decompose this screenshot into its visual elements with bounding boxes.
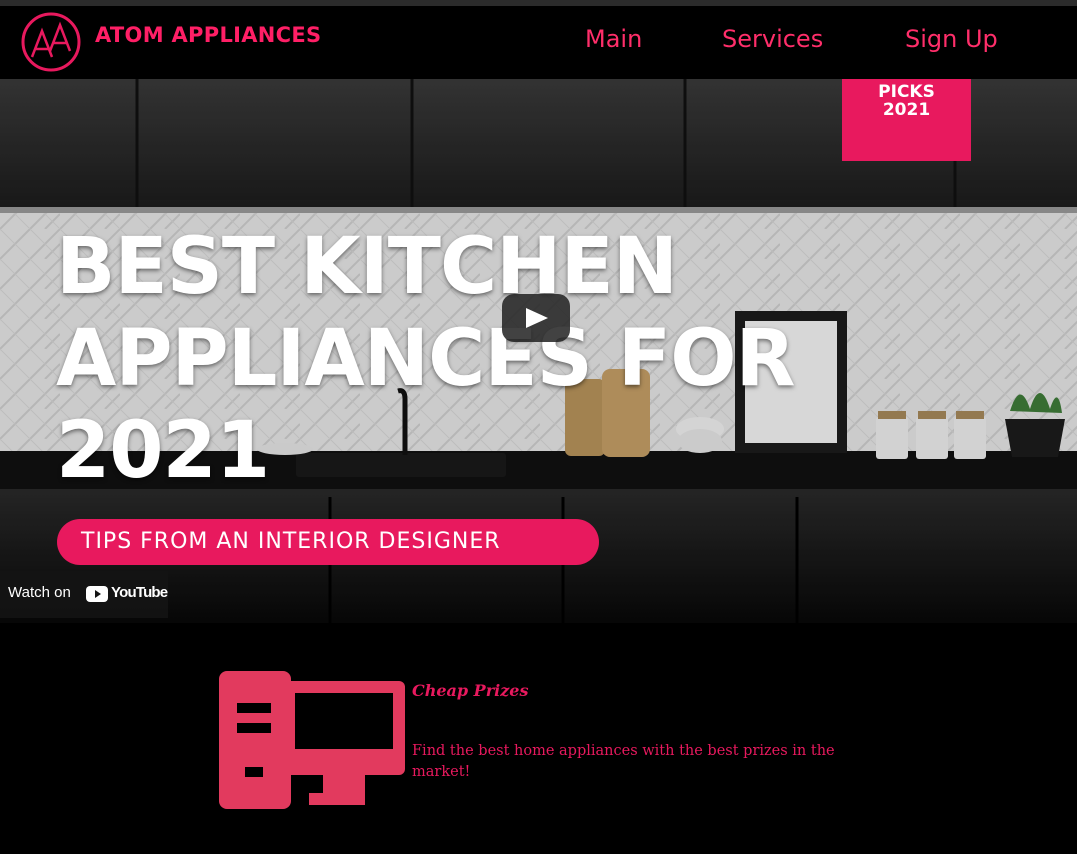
play-button[interactable] bbox=[502, 294, 570, 342]
picks-label: PICKS bbox=[878, 82, 935, 102]
site-header: ATOM APPLIANCES Main Services Sign Up bbox=[0, 6, 1077, 79]
picks-badge: PICKS 2021 bbox=[842, 79, 971, 161]
picks-year: 2021 bbox=[882, 100, 931, 120]
watch-on-label: Watch on bbox=[8, 584, 71, 601]
headline-line-1: BEST KITCHEN bbox=[56, 222, 678, 312]
nav-main[interactable]: Main bbox=[585, 25, 642, 53]
feature-title: Cheap Prizes bbox=[412, 681, 529, 700]
video-headline: BEST KITCHEN APPLIANCES FOR 2021 bbox=[56, 221, 796, 497]
computer-icon bbox=[219, 671, 405, 809]
headline-line-3: 2021 bbox=[56, 406, 270, 496]
watch-on-youtube-button[interactable]: Watch on YouTube bbox=[0, 571, 168, 618]
youtube-label: YouTube bbox=[111, 584, 168, 601]
headline-line-2: APPLIANCES FOR bbox=[56, 314, 796, 404]
nav-services[interactable]: Services bbox=[722, 25, 823, 53]
play-icon bbox=[526, 308, 548, 328]
nav-sign-up[interactable]: Sign Up bbox=[905, 25, 998, 53]
brand-name[interactable]: ATOM APPLIANCES bbox=[95, 23, 321, 47]
youtube-embed[interactable]: PICKS 2021 BEST KITCHEN APPLIANCES FOR 2… bbox=[0, 79, 1077, 623]
feature-description: Find the best home appliances with the b… bbox=[412, 743, 835, 780]
logo-icon[interactable] bbox=[20, 11, 82, 73]
youtube-icon bbox=[86, 586, 108, 602]
subtitle-pill: TIPS FROM AN INTERIOR DESIGNER bbox=[57, 519, 599, 565]
